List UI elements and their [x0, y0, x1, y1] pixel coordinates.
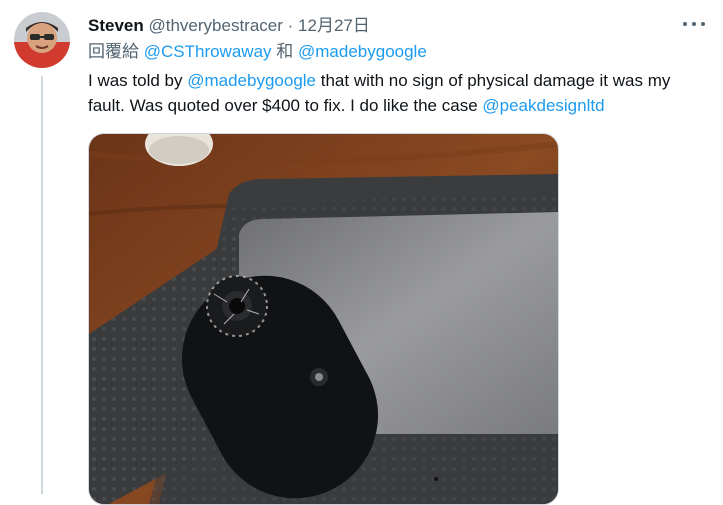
- replying-to-line: 回覆給 @CSThrowaway 和 @madebygoogle: [88, 41, 427, 63]
- tweet-text-segment: I was told by: [88, 71, 188, 90]
- text-mention-link[interactable]: @madebygoogle: [187, 71, 316, 90]
- reply-joiner: 和: [276, 42, 294, 61]
- reply-prefix: 回覆給: [88, 42, 139, 61]
- author-handle[interactable]: @thverybestracer: [148, 16, 282, 35]
- tweet-text: I was told by @madebygoogle that with no…: [88, 68, 708, 118]
- tweet-photo[interactable]: [88, 133, 559, 505]
- more-options-button[interactable]: [683, 16, 705, 32]
- tweet-timestamp[interactable]: 12月27日: [298, 16, 370, 35]
- reply-mention-link[interactable]: @madebygoogle: [298, 42, 427, 61]
- phone-camera-photo: [89, 134, 558, 504]
- header-separator: ·: [287, 16, 294, 35]
- tweet-header: Steven @thverybestracer · 12月27日: [88, 15, 675, 37]
- more-horizontal-icon: [683, 22, 687, 26]
- text-mention-link[interactable]: @peakdesignltd: [482, 96, 604, 115]
- avatar-image: [14, 12, 70, 68]
- reply-mention-link[interactable]: @CSThrowaway: [144, 42, 272, 61]
- more-horizontal-icon: [701, 22, 705, 26]
- thread-connector-line: [41, 76, 43, 494]
- author-name[interactable]: Steven: [88, 16, 144, 35]
- more-horizontal-icon: [692, 22, 696, 26]
- avatar[interactable]: [14, 12, 70, 68]
